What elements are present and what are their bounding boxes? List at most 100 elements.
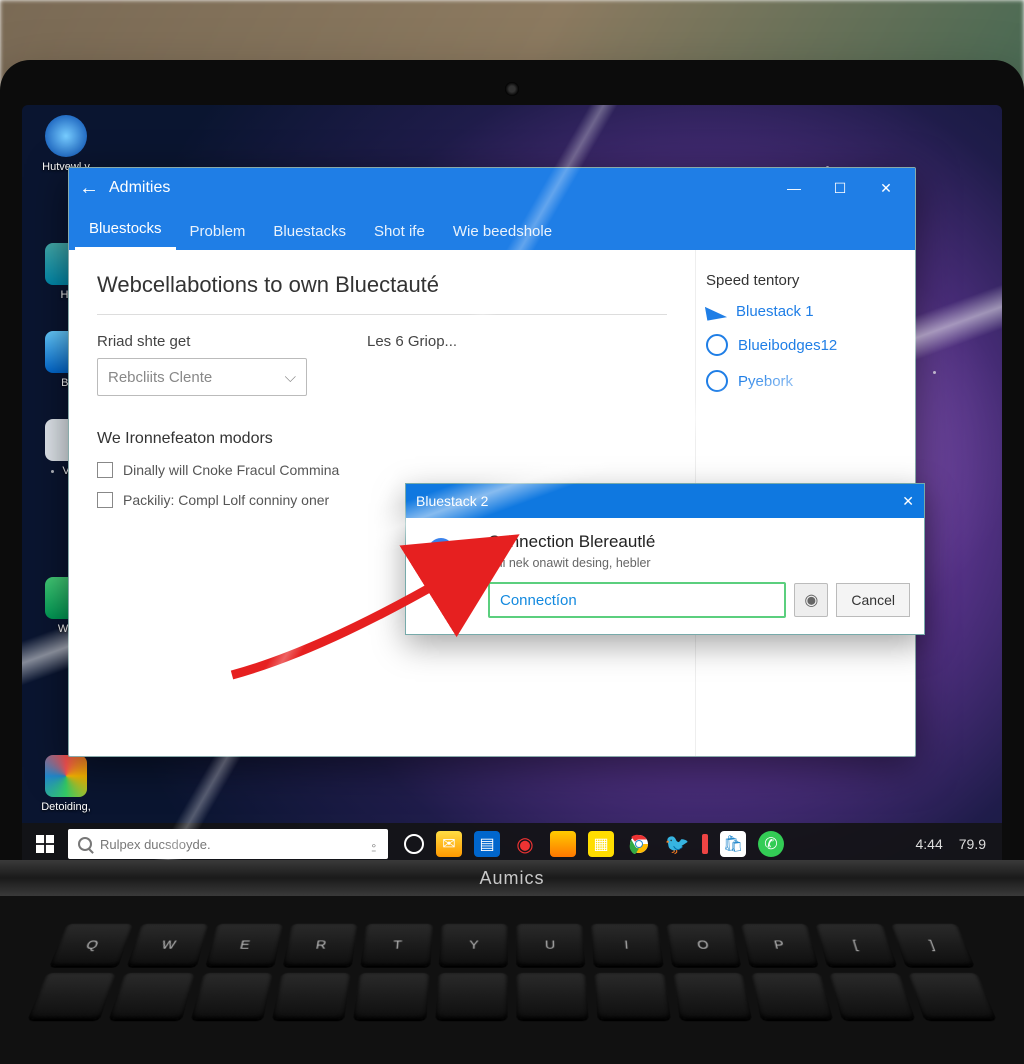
- tab-bluestacks[interactable]: Bluestacks: [259, 213, 360, 250]
- pinned-app[interactable]: ◉: [512, 831, 538, 857]
- keyboard-key: [594, 973, 670, 1019]
- divider: [97, 314, 667, 315]
- app-logo-icon: [420, 538, 474, 592]
- globe-icon: [45, 115, 87, 157]
- pinned-app[interactable]: [626, 831, 652, 857]
- keyboard-key: [908, 973, 997, 1019]
- window-titlebar[interactable]: ← Admities ― ☐ ✕: [69, 168, 915, 208]
- dialog-titlebar[interactable]: Bluestack 2 ✕: [406, 484, 924, 518]
- pinned-app[interactable]: ▤: [474, 831, 500, 857]
- pinned-app[interactable]: 🛍: [720, 831, 746, 857]
- chrome-icon: [629, 834, 649, 854]
- checkbox-icon: [97, 492, 113, 508]
- field-label: Rriad shte get: [97, 333, 307, 350]
- keyboard-key: E: [205, 924, 283, 966]
- keyboard-key: [: [816, 924, 897, 966]
- connection-dialog: Bluestack 2 ✕ Connection Blereautlé Thi …: [405, 483, 925, 635]
- keyboard-key: U: [516, 924, 586, 966]
- cancel-button[interactable]: Cancel: [836, 583, 910, 617]
- pinned-app[interactable]: 🐦: [664, 831, 690, 857]
- pinned-app[interactable]: [702, 834, 708, 854]
- input-value: Connectíon: [500, 592, 577, 609]
- close-button[interactable]: ✕: [863, 168, 909, 208]
- gauge-icon: [706, 370, 728, 392]
- start-button[interactable]: [22, 823, 68, 865]
- keyboard-key: Y: [438, 924, 508, 966]
- keyboard-key: [109, 973, 195, 1019]
- desktop-icon-label: Detoiding,: [41, 801, 91, 813]
- dropdown-value: Rebcliits Clente: [108, 369, 212, 386]
- keyboard-key: P: [741, 924, 819, 966]
- keyboard-key: [28, 973, 117, 1019]
- laptop-bezel: Hutvewl v Ht Bi V Wo Detoiding,: [0, 60, 1024, 1064]
- pinned-app[interactable]: ✆: [758, 831, 784, 857]
- desktop-icon[interactable]: Detoiding,: [30, 755, 102, 813]
- arrow-left-icon: ←: [79, 177, 99, 200]
- minimize-button[interactable]: ―: [771, 168, 817, 208]
- dialog-close-button[interactable]: ✕: [902, 493, 914, 510]
- window-title: Admities: [109, 179, 771, 197]
- search-placeholder: Rulpex ducsdoyde.: [100, 837, 211, 852]
- dialog-subtext: Thi nek onawit desing, hebler: [488, 556, 910, 570]
- taskbar-pinned: ✉ ▤ ◉ ▦ 🐦 🛍 ✆: [404, 831, 784, 857]
- desktop-icon[interactable]: Hutvewl v: [30, 115, 102, 173]
- settings-window: ← Admities ― ☐ ✕ Bluestocks Problem Blue…: [68, 167, 916, 757]
- keyboard-key: [191, 973, 273, 1019]
- windows-icon: [36, 835, 54, 853]
- field-label: Les 6 Griop...: [367, 333, 457, 350]
- checkbox-icon: [97, 462, 113, 478]
- circle-plus-icon: ◉: [804, 590, 818, 610]
- tray-status: 79.9: [959, 836, 986, 852]
- keyboard-key: [673, 973, 752, 1019]
- side-link[interactable]: Blueibodges12: [706, 334, 905, 356]
- keyboard-key: [516, 973, 589, 1019]
- side-link-label: Pyebork: [738, 373, 793, 390]
- keyboard-key: I: [591, 924, 663, 966]
- dialog-title: Bluestack 2: [416, 493, 488, 509]
- keyboard-key: [353, 973, 429, 1019]
- keyboard-key: T: [361, 924, 433, 966]
- connection-input[interactable]: Connectíon: [488, 582, 786, 618]
- keyboard-key: [435, 973, 508, 1019]
- page-heading: Webcellabotions to own Bluectauté: [97, 272, 667, 298]
- desktop[interactable]: Hutvewl v Ht Bi V Wo Detoiding,: [22, 105, 1002, 865]
- tab-wie[interactable]: Wie beedshole: [439, 213, 566, 250]
- system-tray[interactable]: 4:44 79.9: [900, 836, 1003, 852]
- maximize-button[interactable]: ☐: [817, 168, 863, 208]
- pinned-app[interactable]: [550, 831, 576, 857]
- submit-button[interactable]: ◉: [794, 583, 828, 617]
- checkbox-label: Dinally will Cnoke Fracul Commina: [123, 462, 339, 478]
- triangle-icon: [705, 303, 727, 320]
- keyboard-key: Q: [49, 924, 133, 966]
- webcam: [505, 82, 519, 96]
- tab-strip: Bluestocks Problem Bluestacks Shot ife W…: [69, 208, 915, 250]
- checkbox-label: Packiliy: Compl Lolf conniny oner: [123, 492, 329, 508]
- side-link[interactable]: Bluestack 1: [706, 303, 905, 320]
- task-view-button[interactable]: [404, 834, 424, 854]
- laptop-brand: Aumics: [479, 868, 544, 889]
- taskbar: Rulpex ducsdoyde. ⍛ ✉ ▤ ◉ ▦: [22, 823, 1002, 865]
- keyboard-key: ]: [890, 924, 974, 966]
- keyboard-key: [751, 973, 833, 1019]
- chevron-down-icon: ⌵: [285, 369, 296, 386]
- side-link[interactable]: Pyebork: [706, 370, 905, 392]
- keyboard-key: W: [127, 924, 208, 966]
- pinned-app[interactable]: ✉: [436, 831, 462, 857]
- laptop-keyboard: QWERTYUIOP[]: [0, 896, 1024, 1064]
- pinned-app[interactable]: ▦: [588, 831, 614, 857]
- checkbox-row[interactable]: Dinally will Cnoke Fracul Commina: [97, 462, 667, 478]
- clock-icon: [706, 334, 728, 356]
- dropdown-rebclits[interactable]: Rebcliits Clente ⌵: [97, 358, 307, 396]
- keyboard-key: O: [666, 924, 741, 966]
- tab-bluestocks[interactable]: Bluestocks: [75, 210, 176, 250]
- tab-shot[interactable]: Shot ife: [360, 213, 439, 250]
- laptop-hinge: Aumics: [0, 860, 1024, 896]
- side-link-label: Blueibodges12: [738, 337, 837, 354]
- side-heading: Speed tentory: [706, 272, 905, 289]
- cancel-label: Cancel: [851, 592, 895, 608]
- taskbar-search[interactable]: Rulpex ducsdoyde. ⍛: [68, 829, 388, 859]
- keyboard-key: R: [283, 924, 358, 966]
- keyboard-key: [272, 973, 351, 1019]
- tab-problem[interactable]: Problem: [176, 213, 260, 250]
- back-button[interactable]: ←: [75, 174, 103, 202]
